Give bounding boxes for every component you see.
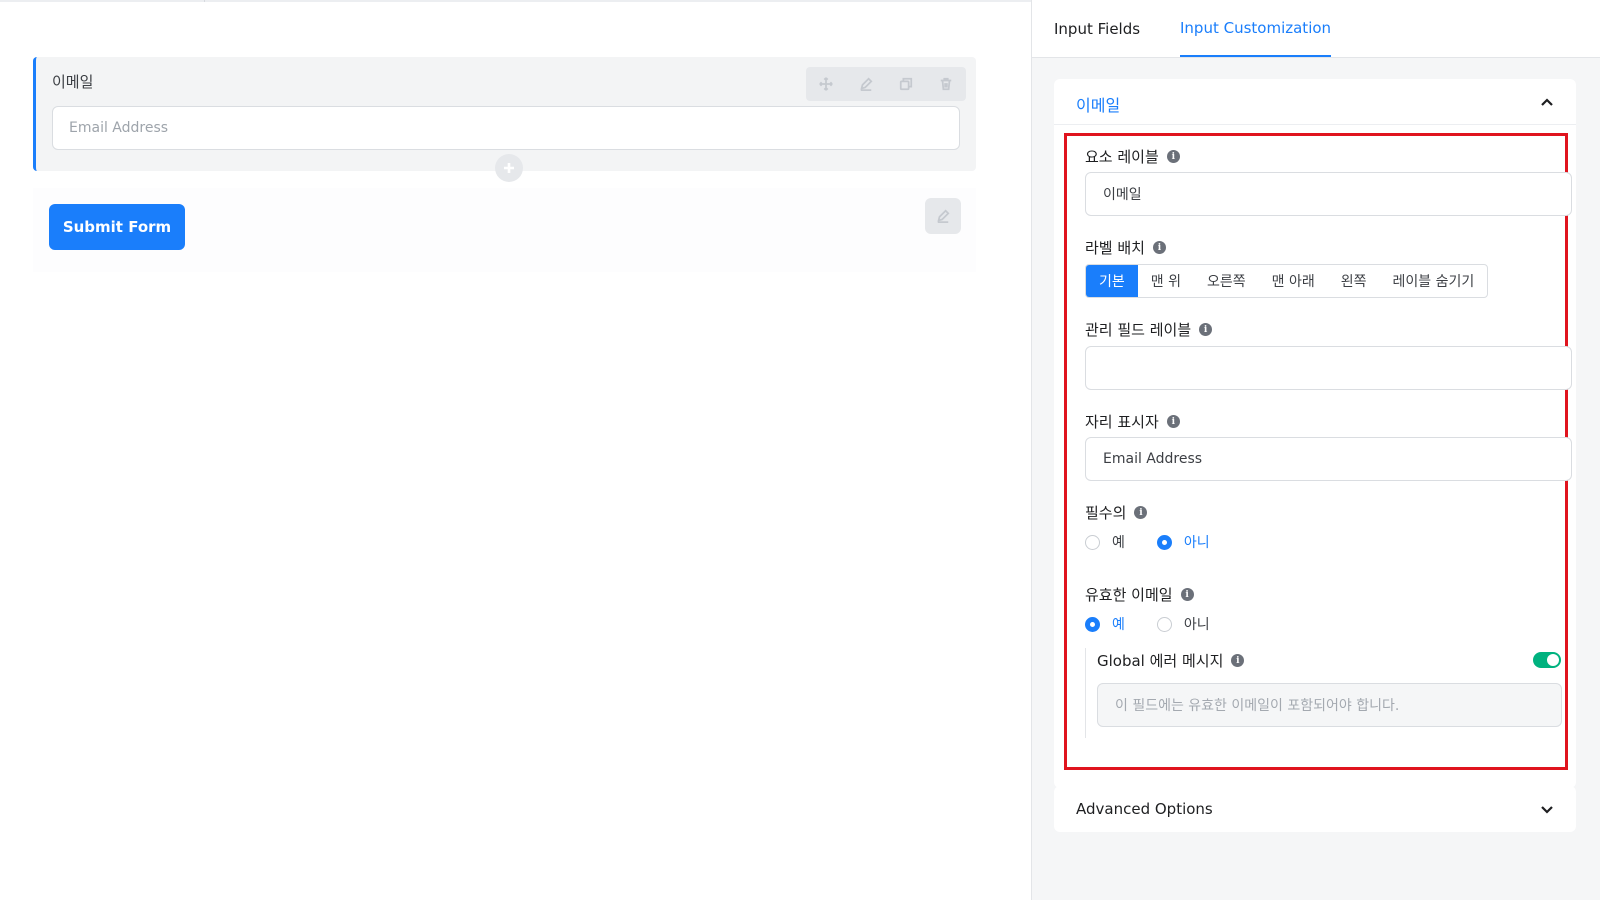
info-icon[interactable]: i [1199,323,1213,336]
required-no-radio[interactable]: 아니 [1156,532,1210,552]
global-error-toggle[interactable] [1533,652,1561,668]
advanced-options-section[interactable]: Advanced Options [1054,786,1576,832]
trash-icon[interactable] [933,71,959,97]
global-error-text: Global 에러 메시지 [1097,652,1224,670]
valid-email-radio-group: 예 아니 [1085,614,1242,634]
placement-option-default[interactable]: 기본 [1086,265,1138,297]
advanced-options-title: Advanced Options [1076,800,1213,818]
divider-tick [204,0,205,2]
global-error-block: Global 에러 메시지 i 이 필드에는 유효한 이메일이 포함되어야 합니… [1085,648,1572,738]
chevron-up-icon[interactable] [1539,94,1555,110]
edit-icon[interactable] [853,71,879,97]
edit-icon [937,209,950,223]
field-toolbar [806,67,966,101]
label-placement-heading: 라벨 배치 i [1085,237,1166,258]
required-radio-group: 예 아니 [1085,532,1242,552]
global-error-placeholder: 이 필드에는 유효한 이메일이 포함되어야 합니다. [1115,698,1400,714]
email-input-preview[interactable]: Email Address [52,106,960,150]
radio-label: 아니 [1183,617,1210,633]
settings-sidebar: Input Fields Input Customization 이메일 요소 … [1031,0,1600,900]
placeholder-input[interactable]: Email Address [1085,437,1572,481]
placement-option-hide[interactable]: 레이블 숨기기 [1379,265,1487,297]
copy-icon[interactable] [893,71,919,97]
submit-area: Submit Form [33,188,976,272]
radio-dot [1085,616,1100,632]
valid-email-heading: 유효한 이메일 i [1085,584,1194,605]
submit-form-button[interactable]: Submit Form [49,204,185,250]
panel-header[interactable]: 이메일 [1054,79,1576,125]
tab-input-fields[interactable]: Input Fields [1054,0,1140,58]
add-field-button[interactable] [495,154,523,182]
chevron-down-icon[interactable] [1539,801,1555,817]
info-icon[interactable]: i [1134,506,1148,519]
tab-input-customization[interactable]: Input Customization [1180,0,1332,57]
required-text: 필수의 [1085,504,1127,522]
element-label-text: 요소 레이블 [1085,148,1159,166]
global-error-input[interactable]: 이 필드에는 유효한 이메일이 포함되어야 합니다. [1097,683,1562,727]
radio-label: 아니 [1183,535,1210,551]
radio-dot [1156,616,1172,632]
placement-option-right[interactable]: 오른쪽 [1194,265,1259,297]
placeholder-value: Email Address [1103,451,1203,467]
placement-option-bottom[interactable]: 맨 아래 [1259,265,1328,297]
form-canvas: 이메일 Email Address Submit Form [0,0,1031,900]
email-field-label: 이메일 [52,73,94,91]
info-icon[interactable]: i [1166,150,1180,163]
customization-panel: 이메일 요소 레이블 i 이메일 라벨 배치 i 기본 맨 위 오른쪽 맨 아래… [1054,79,1576,788]
info-icon[interactable]: i [1166,415,1180,428]
element-label-value: 이메일 [1103,187,1142,203]
radio-dot [1085,534,1100,550]
panel-title: 이메일 [1076,96,1121,115]
plus-icon [504,163,514,173]
highlight-box: 요소 레이블 i 이메일 라벨 배치 i 기본 맨 위 오른쪽 맨 아래 왼쪽 … [1064,133,1572,770]
info-icon[interactable]: i [1180,588,1194,601]
canvas-top-divider [0,0,1031,2]
placement-option-left[interactable]: 왼쪽 [1328,265,1380,297]
email-field-card[interactable]: 이메일 Email Address [33,57,976,182]
admin-label-text: 관리 필드 레이블 [1085,321,1192,339]
radio-label: 예 [1112,617,1125,633]
global-error-heading: Global 에러 메시지 i [1097,650,1245,671]
element-label-heading: 요소 레이블 i [1085,146,1180,167]
label-placement-segmented: 기본 맨 위 오른쪽 맨 아래 왼쪽 레이블 숨기기 [1085,264,1489,298]
info-icon[interactable]: i [1152,241,1166,254]
placement-option-top[interactable]: 맨 위 [1138,265,1194,297]
valid-email-text: 유효한 이메일 [1085,586,1173,604]
submit-edit-button[interactable] [925,198,961,234]
move-icon[interactable] [813,71,839,97]
radio-dot [1156,534,1172,550]
email-input-placeholder: Email Address [69,120,169,136]
required-yes-radio[interactable]: 예 [1085,532,1125,552]
placeholder-text: 자리 표시자 [1085,413,1159,431]
sidebar-tabs: Input Fields Input Customization [1032,0,1600,58]
admin-label-heading: 관리 필드 레이블 i [1085,319,1213,340]
label-placement-text: 라벨 배치 [1085,239,1145,257]
radio-label: 예 [1112,535,1125,551]
valid-email-no-radio[interactable]: 아니 [1156,614,1210,634]
admin-label-input[interactable] [1085,346,1572,390]
info-icon[interactable]: i [1231,654,1245,667]
placeholder-heading: 자리 표시자 i [1085,411,1180,432]
element-label-input[interactable]: 이메일 [1085,172,1572,216]
valid-email-yes-radio[interactable]: 예 [1085,614,1125,634]
required-heading: 필수의 i [1085,502,1148,523]
